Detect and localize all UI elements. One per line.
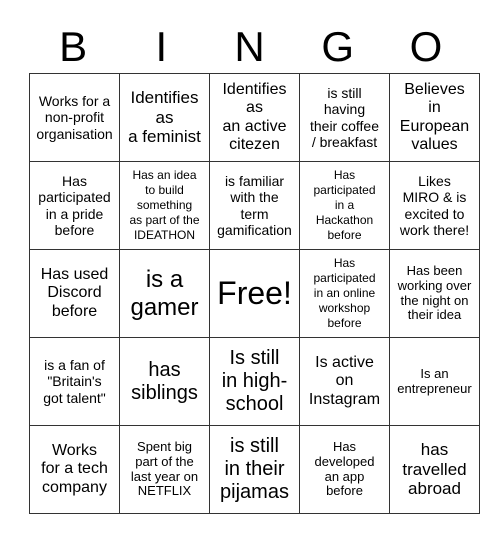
bingo-cell[interactable]: Is still in high- school xyxy=(209,337,300,426)
bingo-cell[interactable]: Works for a non-profit organisation xyxy=(29,73,120,162)
board-row: Has used Discord before is a gamer Free!… xyxy=(29,249,480,338)
cell-text: is still having their coffee / breakfast xyxy=(309,85,379,150)
cell-text: Has an idea to build something as part o… xyxy=(129,168,200,242)
free-text: Free! xyxy=(217,275,292,312)
cell-text: Spent big part of the last year on NETFL… xyxy=(130,438,199,499)
bingo-board: Works for a non-profit organisation Iden… xyxy=(29,73,480,514)
bingo-cell[interactable]: has travelled abroad xyxy=(389,425,480,514)
cell-text: has travelled abroad xyxy=(402,440,467,499)
bingo-cell[interactable]: Has participated in an online workshop b… xyxy=(299,249,390,338)
board-row: Works for a tech company Spent big part … xyxy=(29,425,480,514)
bingo-cell[interactable]: is still having their coffee / breakfast xyxy=(299,73,390,162)
cell-text: is a gamer xyxy=(130,265,199,321)
bingo-cell[interactable]: Believes in European values xyxy=(389,73,480,162)
cell-text: Is still in high- school xyxy=(221,347,288,415)
bingo-header: B I N G O xyxy=(29,22,470,72)
bingo-cell[interactable]: is still in their pijamas xyxy=(209,425,300,514)
free-cell[interactable]: Free! xyxy=(209,249,300,338)
bingo-cell[interactable]: Identifies as an active citezen xyxy=(209,73,300,162)
cell-text: Believes in European values xyxy=(399,80,470,153)
bingo-cell[interactable]: is a fan of "Britain's got talent" xyxy=(29,337,120,426)
bingo-cell[interactable]: Is active on Instagram xyxy=(299,337,390,426)
cell-text: Is an entrepreneur xyxy=(397,365,472,396)
cell-text: is familiar with the term gamification xyxy=(217,173,292,238)
cell-text: is a fan of "Britain's got talent" xyxy=(43,357,106,406)
header-letter-n: N xyxy=(234,23,265,70)
cell-text: Identifies as an active citezen xyxy=(222,80,287,153)
bingo-cell[interactable]: Has participated in a pride before xyxy=(29,161,120,250)
bingo-cell[interactable]: is a gamer xyxy=(119,249,210,338)
cell-text: has siblings xyxy=(131,358,198,404)
bingo-cell[interactable]: Has developed an app before xyxy=(299,425,390,514)
cell-text: Works for a tech company xyxy=(41,441,108,496)
bingo-cell[interactable]: Is an entrepreneur xyxy=(389,337,480,426)
cell-text: Identifies as a feminist xyxy=(128,88,201,147)
cell-text: Likes MIRO & is excited to work there! xyxy=(399,173,470,238)
bingo-cell[interactable]: Has used Discord before xyxy=(29,249,120,338)
bingo-cell[interactable]: Has an idea to build something as part o… xyxy=(119,161,210,250)
header-letter-o: O xyxy=(409,23,443,70)
bingo-cell[interactable]: Identifies as a feminist xyxy=(119,73,210,162)
bingo-cell[interactable]: Likes MIRO & is excited to work there! xyxy=(389,161,480,250)
board-row: Works for a non-profit organisation Iden… xyxy=(29,73,480,162)
header-letter-b: B xyxy=(59,23,88,70)
cell-text: Has developed an app before xyxy=(314,438,375,499)
bingo-cell[interactable]: Spent big part of the last year on NETFL… xyxy=(119,425,210,514)
cell-text: Has used Discord before xyxy=(40,265,109,320)
cell-text: Has participated in a Hackathon before xyxy=(313,168,376,242)
cell-text: Is active on Instagram xyxy=(308,353,381,408)
bingo-cell[interactable]: Works for a tech company xyxy=(29,425,120,514)
cell-text: Works for a non-profit organisation xyxy=(36,93,113,142)
header-letter-g: G xyxy=(321,23,355,70)
bingo-cell[interactable]: Has participated in a Hackathon before xyxy=(299,161,390,250)
board-row: is a fan of "Britain's got talent" has s… xyxy=(29,337,480,426)
cell-text: Has participated in a pride before xyxy=(38,173,111,238)
bingo-cell[interactable]: has siblings xyxy=(119,337,210,426)
cell-text: is still in their pijamas xyxy=(220,435,289,503)
cell-text: Has been working over the night on their… xyxy=(397,262,472,323)
header-letter-i: I xyxy=(155,23,168,70)
bingo-cell[interactable]: Has been working over the night on their… xyxy=(389,249,480,338)
board-row: Has participated in a pride before Has a… xyxy=(29,161,480,250)
cell-text: Has participated in an online workshop b… xyxy=(313,256,376,330)
bingo-cell[interactable]: is familiar with the term gamification xyxy=(209,161,300,250)
